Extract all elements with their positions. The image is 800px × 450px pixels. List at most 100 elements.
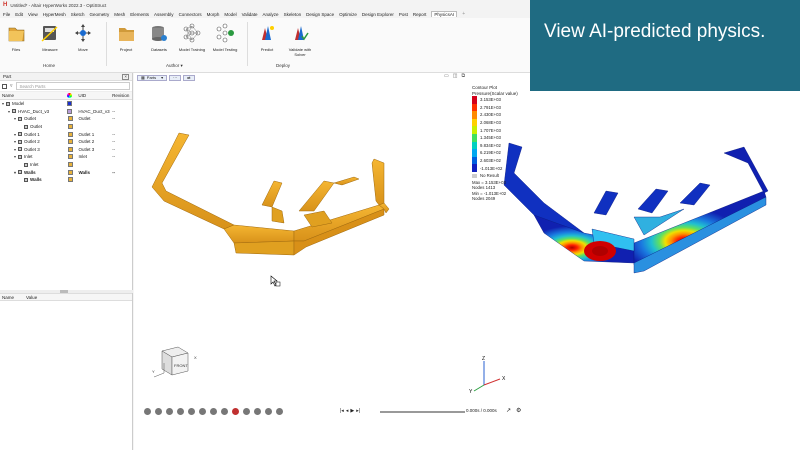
play-icon[interactable]: ▶ [350, 408, 354, 414]
prev-frame-icon[interactable]: ◂ [346, 408, 349, 414]
view-cube[interactable]: FRONT X Y [150, 343, 200, 383]
split-pane-icon[interactable]: ⧉ [461, 73, 465, 79]
menu-view[interactable]: View [28, 12, 38, 17]
color-swatch[interactable] [67, 154, 73, 160]
speed-icon[interactable]: ↗ [506, 407, 511, 414]
menu-analyze[interactable]: Analyze [263, 12, 279, 17]
gear-icon[interactable]: ⚙ [516, 407, 521, 414]
deform-icon[interactable] [243, 408, 250, 415]
color-swatch[interactable] [67, 131, 73, 137]
color-swatch[interactable] [67, 146, 73, 152]
column-revision[interactable]: Revision [112, 93, 132, 98]
color-cell[interactable] [62, 177, 79, 183]
color-swatch[interactable] [67, 169, 73, 175]
tree-row[interactable]: ▾ Outlet 3 Outlet 3 -- [0, 146, 132, 154]
menu-edit[interactable]: Edit [15, 12, 23, 17]
camera-icon[interactable] [177, 408, 184, 415]
tree-row[interactable]: Outlet [0, 123, 132, 131]
menu-skeleton[interactable]: Skeleton [284, 12, 302, 17]
color-cell[interactable] [62, 124, 79, 130]
color-cell[interactable] [62, 154, 79, 160]
model-testing-button[interactable]: Model Testing [206, 22, 244, 52]
menu-post[interactable]: Post [399, 12, 408, 17]
duct-model-geometry[interactable] [144, 123, 394, 273]
color-cell[interactable] [62, 116, 79, 122]
minimize-pane-icon[interactable]: ▭ [444, 73, 449, 79]
files-button[interactable]: Files [0, 22, 35, 52]
color-cell[interactable] [62, 131, 79, 137]
tree-row[interactable]: ▾ HVAC_Duct_v3 HVAC_Duct_v3 -- [0, 108, 132, 116]
menu-mesh[interactable]: Mesh [114, 12, 125, 17]
menu-design-space[interactable]: Design Space [306, 12, 334, 17]
menu-assembly[interactable]: Assembly [154, 12, 174, 17]
first-frame-icon[interactable]: |◂ [340, 408, 344, 414]
part-icon [18, 139, 22, 144]
menu-report[interactable]: Report [413, 12, 427, 17]
column-uid[interactable]: UID [78, 93, 112, 98]
tree-row[interactable]: ▾ Outlet 1 Outlet 1 -- [0, 130, 132, 138]
menu-physicsai[interactable]: PhysicsAI [431, 11, 458, 17]
pan-icon[interactable] [155, 408, 162, 415]
close-icon[interactable]: × [122, 73, 129, 80]
tree-row-uid: Outlet 2 [78, 139, 95, 145]
view-options-button[interactable]: ⋯ [169, 74, 182, 81]
next-frame-icon[interactable]: ▸| [356, 408, 360, 414]
parts-view-tab[interactable]: ▦ Parts ▾ [137, 74, 168, 81]
color-cell[interactable] [62, 162, 79, 168]
column-name[interactable]: Name [0, 93, 62, 98]
tree-row-uid: Outlet 3 [78, 146, 95, 152]
color-cell[interactable] [62, 108, 79, 114]
tree-row[interactable]: ▾ Inlet Inlet -- [0, 153, 132, 161]
mesh-display-icon[interactable] [221, 408, 228, 415]
section-cut-icon[interactable] [188, 408, 195, 415]
tree-row[interactable]: Walls [0, 176, 132, 184]
move-button[interactable]: Move [64, 22, 102, 52]
menu-validate[interactable]: Validate [242, 12, 258, 17]
menu-model[interactable]: Model [224, 12, 236, 17]
validate-with-solver-button[interactable]: Validate with Solver [281, 22, 319, 57]
checkbox-icon[interactable] [2, 83, 7, 89]
menu-file[interactable]: File [3, 12, 10, 17]
menu-elements[interactable]: Elements [130, 12, 149, 17]
no-select-icon[interactable] [232, 408, 239, 415]
tree-row[interactable]: Inlet [0, 161, 132, 169]
measure-tool-icon[interactable] [254, 408, 261, 415]
color-cell[interactable] [62, 101, 79, 107]
add-tab-icon[interactable]: + [462, 11, 465, 17]
menu-geometry[interactable]: Geometry [90, 12, 110, 17]
tree-row[interactable]: ▾ Walls Walls -- [0, 168, 132, 176]
color-swatch[interactable] [67, 108, 73, 114]
column-color[interactable] [62, 93, 79, 98]
group-author[interactable]: Author ▾ [166, 63, 183, 69]
filter-icon[interactable]: ▿ [10, 83, 13, 89]
tree-row[interactable]: ▾ Outlet 2 Outlet 2 -- [0, 138, 132, 146]
lighting-icon[interactable] [210, 408, 217, 415]
animation-timeline[interactable] [380, 411, 465, 413]
tree-row[interactable]: ▾ Model [0, 100, 132, 108]
markup-icon[interactable] [276, 408, 283, 415]
maximize-pane-icon[interactable]: ◫ [453, 73, 458, 79]
swap-view-button[interactable]: ⇄ [183, 74, 195, 81]
color-cell[interactable] [62, 139, 79, 145]
color-swatch[interactable] [67, 124, 73, 130]
color-cell[interactable] [62, 146, 79, 152]
graphics-viewport[interactable]: ▦ Parts ▾ ⋯ ⇄ ▭ ◫ ⧉ Contour Plot Pressur… [134, 73, 800, 450]
explode-icon[interactable] [265, 408, 272, 415]
menu-connectors[interactable]: Connectors [179, 12, 202, 17]
color-swatch[interactable] [67, 101, 73, 107]
color-cell[interactable] [62, 169, 79, 175]
menu-hypermesh[interactable]: HyperMesh [43, 12, 66, 17]
display-style-icon[interactable] [199, 408, 206, 415]
color-swatch[interactable] [67, 177, 73, 183]
search-input[interactable]: Search Parts [15, 82, 130, 90]
color-swatch[interactable] [67, 139, 73, 145]
color-swatch[interactable] [67, 162, 73, 168]
zoom-fit-icon[interactable] [166, 408, 173, 415]
menu-optimize[interactable]: Optimize [339, 12, 357, 17]
menu-sketch[interactable]: Sketch [71, 12, 85, 17]
menu-design-explorer[interactable]: Design Explorer [362, 12, 394, 17]
menu-morph[interactable]: Morph [207, 12, 220, 17]
color-swatch[interactable] [67, 116, 73, 122]
tree-row[interactable]: ▾ Outlet Outlet -- [0, 115, 132, 123]
rotate-icon[interactable] [144, 408, 151, 415]
